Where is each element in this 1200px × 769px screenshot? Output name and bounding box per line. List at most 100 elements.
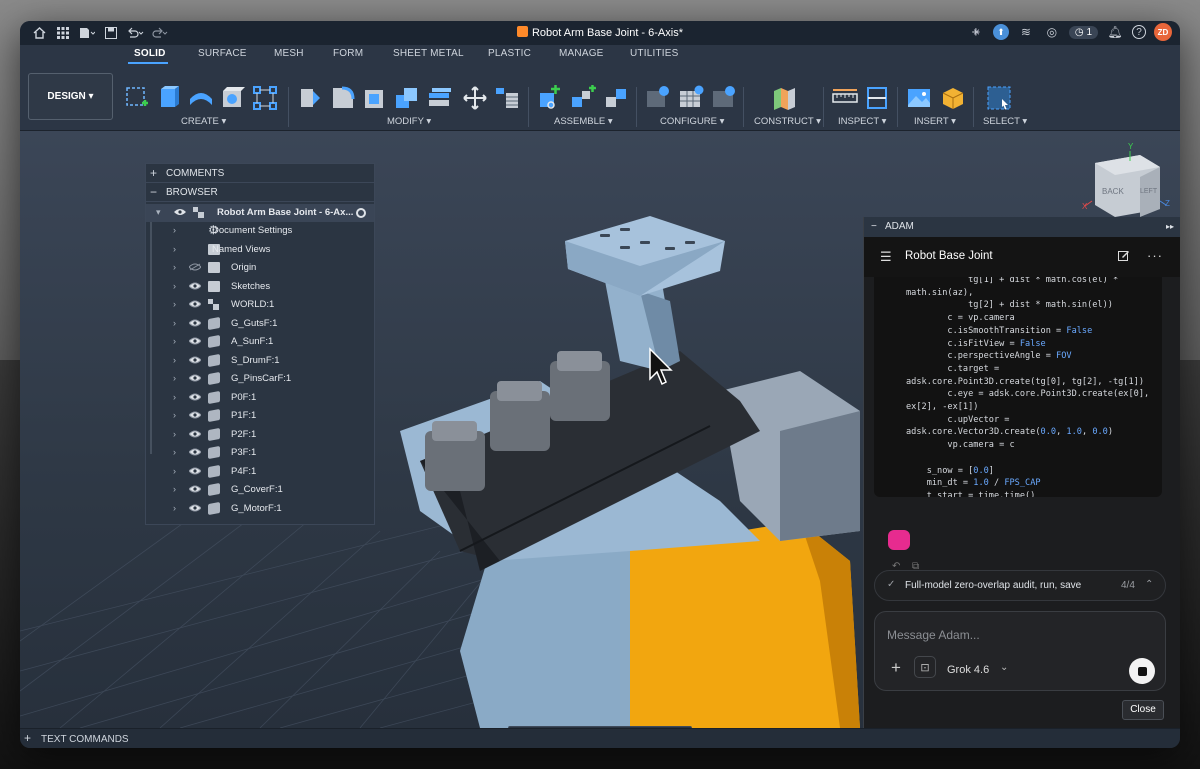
select-window-icon[interactable]	[986, 85, 1012, 111]
notification-badge[interactable]: ◷ 1	[1068, 25, 1098, 39]
tab-manage[interactable]: MANAGE	[559, 48, 604, 59]
collapse-icon[interactable]: −	[871, 217, 877, 237]
chevron-down-icon[interactable]: ⌄	[1000, 662, 1008, 673]
help-icon[interactable]: ?	[1132, 25, 1146, 39]
revolve-icon[interactable]	[188, 85, 214, 111]
chevron-right-icon[interactable]: ›	[173, 373, 181, 383]
chevron-right-icon[interactable]: ›	[173, 299, 181, 309]
user-avatar[interactable]: ZD	[1154, 23, 1172, 41]
viewcube[interactable]: BACK LEFT Y X Z	[1082, 142, 1170, 217]
job-status-icon[interactable]: ≋	[1017, 23, 1035, 41]
task-status-pill[interactable]: ✓ Full-model zero-overlap audit, run, sa…	[874, 570, 1166, 601]
chevron-right-icon[interactable]: ›	[173, 447, 181, 457]
tab-solid[interactable]: SOLID	[134, 48, 166, 59]
visibility-eye-icon[interactable]	[189, 337, 201, 345]
fillet-icon[interactable]	[330, 85, 356, 111]
visibility-eye-icon[interactable]	[174, 208, 186, 216]
joint-icon[interactable]	[570, 85, 596, 111]
combine-icon[interactable]	[394, 85, 420, 111]
chevron-right-icon[interactable]: ›	[173, 392, 181, 402]
online-status-icon[interactable]: ◎	[1043, 23, 1061, 41]
chevron-right-icon[interactable]: ›	[173, 262, 181, 272]
visibility-hidden-icon[interactable]	[189, 263, 201, 271]
new-component-icon[interactable]	[537, 85, 563, 111]
home-icon[interactable]	[30, 24, 48, 42]
bell-icon[interactable]: 🔔︎	[1106, 23, 1124, 41]
tree-item[interactable]: › G_PinsCarF:1	[146, 370, 374, 388]
message-input[interactable]	[887, 626, 1147, 644]
comments-header[interactable]: + COMMENTS	[146, 164, 374, 183]
tree-item[interactable]: › P3F:1	[146, 444, 374, 462]
configuration-table-icon[interactable]	[678, 85, 704, 111]
as-built-joint-icon[interactable]	[603, 85, 629, 111]
select-menu[interactable]: SELECT ▾	[983, 116, 1027, 127]
offset-plane-icon[interactable]	[771, 85, 797, 111]
visibility-eye-icon[interactable]	[189, 504, 201, 512]
configure-menu[interactable]: CONFIGURE ▾	[660, 116, 724, 127]
pattern-icon[interactable]	[252, 85, 278, 111]
hole-icon[interactable]	[220, 85, 246, 111]
configure-icon[interactable]	[645, 85, 671, 111]
adam-panel-bar[interactable]: − ADAM ▸▸	[864, 217, 1180, 237]
tree-item[interactable]: › A_SunF:1	[146, 333, 374, 351]
tree-root[interactable]: ▾ Robot Arm Base Joint - 6-Ax...	[146, 204, 374, 222]
tree-item[interactable]: › Sketches	[146, 278, 374, 296]
chevron-right-icon[interactable]: ›	[173, 484, 181, 494]
visibility-eye-icon[interactable]	[189, 467, 201, 475]
workspace-switcher[interactable]: DESIGN ▾	[28, 73, 113, 120]
parameters-icon[interactable]	[494, 85, 520, 111]
measure-icon[interactable]	[832, 85, 858, 111]
split-body-icon[interactable]	[426, 85, 452, 111]
chevron-right-icon[interactable]: ›	[173, 225, 181, 235]
chevron-right-icon[interactable]: ›	[173, 355, 181, 365]
chevron-right-icon[interactable]: ›	[173, 429, 181, 439]
browser-header[interactable]: − BROWSER	[146, 183, 374, 202]
create-sketch-icon[interactable]	[124, 85, 150, 111]
press-pull-icon[interactable]	[298, 85, 324, 111]
tab-surface[interactable]: SURFACE	[198, 48, 247, 59]
tree-item[interactable]: › G_CoverF:1	[146, 481, 374, 499]
apps-grid-icon[interactable]	[54, 24, 72, 42]
tree-item[interactable]: › S_DrumF:1	[146, 352, 374, 370]
new-tab-icon[interactable]: +	[967, 23, 985, 41]
chevron-right-icon[interactable]: ›	[173, 281, 181, 291]
tab-mesh[interactable]: MESH	[274, 48, 304, 59]
visibility-eye-icon[interactable]	[189, 282, 201, 290]
save-icon[interactable]	[102, 24, 120, 42]
insert-mesh-icon[interactable]	[940, 85, 966, 111]
tree-item[interactable]: › ⚙ Document Settings	[146, 222, 374, 240]
tree-item[interactable]: › G_MotorF:1	[146, 500, 374, 518]
tree-item[interactable]: › WORLD:1	[146, 296, 374, 314]
add-attachment-icon[interactable]: +	[891, 658, 901, 678]
insert-canvas-icon[interactable]	[906, 85, 932, 111]
text-commands-bar[interactable]: + TEXT COMMANDS	[20, 728, 1180, 748]
expand-arrows-icon[interactable]: ▸▸	[1166, 217, 1174, 237]
assemble-menu[interactable]: ASSEMBLE ▾	[554, 116, 613, 127]
construct-menu[interactable]: CONSTRUCT ▾	[754, 116, 821, 127]
redo-icon[interactable]	[150, 24, 168, 42]
chevron-right-icon[interactable]: ›	[173, 244, 181, 254]
visibility-eye-icon[interactable]	[189, 319, 201, 327]
more-options-icon[interactable]: ···	[1147, 248, 1163, 263]
visibility-eye-icon[interactable]	[189, 393, 201, 401]
section-analysis-icon[interactable]	[865, 85, 891, 111]
inspect-menu[interactable]: INSPECT ▾	[838, 116, 886, 127]
visibility-eye-icon[interactable]	[189, 448, 201, 456]
visibility-eye-icon[interactable]	[189, 374, 201, 382]
screenshot-icon[interactable]: ⊡	[914, 656, 936, 678]
expand-icon[interactable]: +	[24, 731, 31, 745]
data-panel-icon[interactable]: ⬆	[992, 24, 1009, 40]
tree-item[interactable]: › P0F:1	[146, 389, 374, 407]
modify-menu[interactable]: MODIFY ▾	[387, 116, 431, 127]
hamburger-menu-icon[interactable]: ☰	[880, 249, 892, 265]
tree-item[interactable]: › G_GutsF:1	[146, 315, 374, 333]
visibility-eye-icon[interactable]	[189, 430, 201, 438]
move-copy-icon[interactable]	[462, 85, 488, 111]
tab-utilities[interactable]: UTILITIES	[630, 48, 678, 59]
chevron-right-icon[interactable]: ›	[173, 503, 181, 513]
tree-item[interactable]: › P1F:1	[146, 407, 374, 425]
visibility-eye-icon[interactable]	[189, 300, 201, 308]
configuration-rule-icon[interactable]	[711, 85, 737, 111]
visibility-eye-icon[interactable]	[189, 485, 201, 493]
file-menu-icon[interactable]	[78, 24, 96, 42]
